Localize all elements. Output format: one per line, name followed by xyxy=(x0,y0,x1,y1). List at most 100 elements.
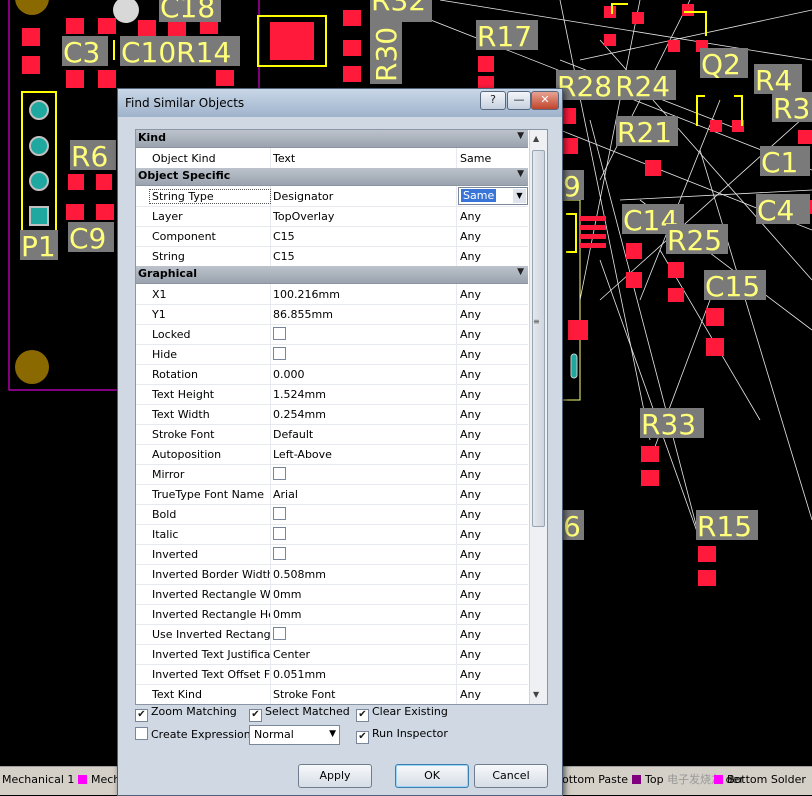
property-label: Bold xyxy=(152,508,177,521)
mask-mode-select[interactable]: Normal ▼ xyxy=(249,725,340,745)
property-row[interactable]: Stroke Font Default Any xyxy=(136,424,528,445)
match-mode[interactable]: Any xyxy=(460,508,481,521)
property-row[interactable]: Inverted Any xyxy=(136,544,528,565)
match-mode[interactable]: Any xyxy=(460,408,481,421)
collapse-icon[interactable]: ▼ xyxy=(517,267,524,277)
property-label: TrueType Font Name xyxy=(152,488,265,501)
property-row[interactable]: Layer TopOverlay Any xyxy=(136,206,528,227)
zoom-matching-checkbox[interactable]: ✔ xyxy=(135,709,148,722)
italic-checkbox[interactable] xyxy=(273,527,286,540)
apply-button[interactable]: Apply xyxy=(298,764,372,788)
dialog-titlebar[interactable]: Find Similar Objects ? — ✕ xyxy=(118,89,562,117)
match-mode[interactable]: Any xyxy=(460,488,481,501)
property-row[interactable]: X1 100.216mm Any xyxy=(136,284,528,305)
mirror-checkbox[interactable] xyxy=(273,467,286,480)
match-mode[interactable]: Any xyxy=(460,588,481,601)
collapse-icon[interactable]: ▼ xyxy=(517,169,524,179)
hide-checkbox[interactable] xyxy=(273,347,286,360)
cancel-button[interactable]: Cancel xyxy=(474,764,548,788)
property-row[interactable]: String C15 Any xyxy=(136,246,528,267)
match-mode[interactable]: Any xyxy=(460,210,481,223)
match-mode[interactable]: Any xyxy=(460,688,481,701)
clear-existing-checkbox[interactable]: ✔ xyxy=(356,709,369,722)
close-button[interactable]: ✕ xyxy=(531,91,559,110)
match-mode[interactable]: Any xyxy=(460,288,481,301)
match-mode[interactable]: Any xyxy=(460,388,481,401)
layer-color-swatch xyxy=(714,775,723,784)
match-mode[interactable]: Any xyxy=(460,468,481,481)
vertical-scrollbar[interactable]: ▲ ≡ ▼ xyxy=(529,130,547,704)
match-mode[interactable]: Any xyxy=(460,368,481,381)
select-matched-option[interactable]: ✔ Select Matched xyxy=(249,705,350,722)
property-row[interactable]: TrueType Font Name Arial Any xyxy=(136,484,528,505)
property-label: Text Kind xyxy=(152,688,202,701)
zoom-matching-option[interactable]: ✔ Zoom Matching xyxy=(135,705,237,722)
property-row[interactable]: Y1 86.855mm Any xyxy=(136,304,528,325)
match-mode[interactable]: Any xyxy=(460,250,481,263)
property-label: Y1 xyxy=(152,308,166,321)
match-mode[interactable]: Any xyxy=(460,308,481,321)
property-row[interactable]: Component C15 Any xyxy=(136,226,528,247)
property-row[interactable]: Rotation 0.000 Any xyxy=(136,364,528,385)
ok-button[interactable]: OK xyxy=(395,764,469,788)
layer-tab-bottom-solder[interactable]: Bottom Solder xyxy=(714,771,806,789)
layer-tab-mech[interactable]: Mech xyxy=(78,771,120,789)
property-row[interactable]: Autoposition Left-Above Any xyxy=(136,444,528,465)
match-mode[interactable]: Any xyxy=(460,668,481,681)
property-row[interactable]: Bold Any xyxy=(136,504,528,525)
match-mode[interactable]: Same xyxy=(460,152,491,165)
chevron-down-icon[interactable]: ▼ xyxy=(513,189,526,203)
property-row[interactable]: Inverted Rectangle Wic 0mm Any xyxy=(136,584,528,605)
scroll-up-icon[interactable]: ▲ xyxy=(533,134,539,143)
property-row[interactable]: Hide Any xyxy=(136,344,528,365)
property-row[interactable]: Inverted Text Justificati Center Any xyxy=(136,644,528,665)
category-object-specific[interactable]: Object Specific ▼ xyxy=(136,168,528,186)
property-row[interactable]: Mirror Any xyxy=(136,464,528,485)
property-row[interactable]: Object Kind Text Same xyxy=(136,148,528,169)
help-button[interactable]: ? xyxy=(480,91,506,110)
category-kind[interactable]: Kind ▼ xyxy=(136,130,528,148)
property-row[interactable]: String Type Designator Same ▼ xyxy=(136,186,528,207)
clear-existing-option[interactable]: ✔ Clear Existing xyxy=(356,705,448,722)
match-mode[interactable]: Any xyxy=(460,568,481,581)
property-row[interactable]: Use Inverted Rectangle Any xyxy=(136,624,528,645)
match-mode[interactable]: Any xyxy=(460,628,481,641)
match-mode[interactable]: Any xyxy=(460,548,481,561)
property-row[interactable]: Text Height 1.524mm Any xyxy=(136,384,528,405)
property-label: Inverted xyxy=(152,548,199,561)
property-row[interactable]: Locked Any xyxy=(136,324,528,345)
create-expression-option[interactable]: Create Expression xyxy=(135,727,251,741)
match-mode[interactable]: Any xyxy=(460,448,481,461)
property-row[interactable]: Italic Any xyxy=(136,524,528,545)
property-row[interactable]: Inverted Rectangle Hei 0mm Any xyxy=(136,604,528,625)
use-inverted-rectangle-checkbox[interactable] xyxy=(273,627,286,640)
create-expression-checkbox[interactable] xyxy=(135,727,148,740)
locked-checkbox[interactable] xyxy=(273,327,286,340)
category-graphical[interactable]: Graphical ▼ xyxy=(136,266,528,284)
match-mode[interactable]: Any xyxy=(460,428,481,441)
run-inspector-option[interactable]: ✔ Run Inspector xyxy=(356,727,448,744)
scroll-down-icon[interactable]: ▼ xyxy=(533,690,539,699)
match-mode[interactable]: Any xyxy=(460,230,481,243)
bold-checkbox[interactable] xyxy=(273,507,286,520)
run-inspector-checkbox[interactable]: ✔ xyxy=(356,731,369,744)
scroll-thumb[interactable] xyxy=(532,150,545,527)
property-row[interactable]: Inverted Text Offset Fro 0.051mm Any xyxy=(136,664,528,685)
minimize-button[interactable]: — xyxy=(507,91,531,110)
match-mode[interactable]: Any xyxy=(460,328,481,341)
collapse-icon[interactable]: ▼ xyxy=(517,131,524,141)
property-row[interactable]: Inverted Border Width 0.508mm Any xyxy=(136,564,528,585)
inverted-checkbox[interactable] xyxy=(273,547,286,560)
property-label: Hide xyxy=(152,348,178,361)
match-mode-dropdown[interactable]: Same ▼ xyxy=(458,187,528,205)
match-mode[interactable]: Any xyxy=(460,648,481,661)
property-row[interactable]: Text Kind Stroke Font Any xyxy=(136,684,528,704)
match-mode[interactable]: Any xyxy=(460,608,481,621)
property-row[interactable]: Text Width 0.254mm Any xyxy=(136,404,528,425)
match-mode[interactable]: Any xyxy=(460,528,481,541)
select-matched-checkbox[interactable]: ✔ xyxy=(249,709,262,722)
layer-tab-mechanical1[interactable]: Mechanical 1 xyxy=(2,771,74,789)
pcb-label: R3 xyxy=(773,92,810,125)
match-mode[interactable]: Any xyxy=(460,348,481,361)
layer-tab-bottom-paste[interactable]: ottom Paste xyxy=(562,771,628,789)
